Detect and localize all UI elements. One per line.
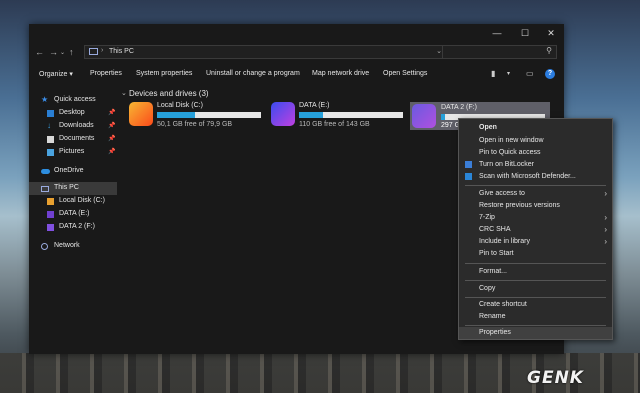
drive-name: DATA 2 (F:) xyxy=(441,104,477,111)
menu-item-bitlocker[interactable]: Turn on BitLocker xyxy=(459,159,612,171)
context-menu: Open Open in new window Pin to Quick acc… xyxy=(458,118,613,340)
defender-icon xyxy=(465,173,472,180)
uninstall-button[interactable]: Uninstall or change a program xyxy=(206,70,300,77)
chevron-right-icon: › xyxy=(101,47,104,54)
back-arrow-icon[interactable]: ← xyxy=(35,46,44,58)
sidebar-item-this-pc[interactable]: This PC xyxy=(29,182,117,195)
address-text: This PC xyxy=(109,48,134,55)
close-button[interactable]: ✕ xyxy=(539,26,563,40)
menu-item-defender[interactable]: Scan with Microsoft Defender... xyxy=(459,171,612,183)
pin-icon: 📌 xyxy=(108,149,116,155)
pin-icon: 📌 xyxy=(108,136,116,142)
network-icon xyxy=(41,243,48,250)
sidebar-item-quick-access[interactable]: ★ Quick access xyxy=(29,94,117,107)
free-space-text: 50,1 GB free of 79,9 GB xyxy=(157,121,233,128)
menu-separator xyxy=(465,263,606,264)
sidebar-item-data-e[interactable]: DATA (E:) xyxy=(29,208,117,221)
open-settings-button[interactable]: Open Settings xyxy=(383,70,427,77)
drive-icon xyxy=(47,211,54,218)
drive-icon xyxy=(47,198,54,205)
minimize-button[interactable]: — xyxy=(485,26,509,40)
history-dropdown-icon[interactable]: ⌄ xyxy=(60,47,65,59)
usage-fill xyxy=(299,112,323,118)
menu-item-pin-start[interactable]: Pin to Start xyxy=(459,248,612,260)
menu-separator xyxy=(465,185,606,186)
sidebar-item-downloads[interactable]: ↓ Downloads 📌 xyxy=(29,120,117,133)
drive-icon xyxy=(129,102,153,126)
drive-icon xyxy=(47,224,54,231)
pin-icon: 📌 xyxy=(108,110,116,116)
drive-icon xyxy=(271,102,295,126)
organize-button[interactable]: Organize ▾ xyxy=(39,70,73,78)
star-icon: ★ xyxy=(41,95,49,104)
system-properties-button[interactable]: System properties xyxy=(136,70,192,77)
pc-icon xyxy=(89,48,98,55)
genk-logo: GENK xyxy=(527,368,584,388)
pictures-icon xyxy=(47,149,54,156)
menu-item-copy[interactable]: Copy xyxy=(459,283,612,295)
usage-fill xyxy=(157,112,196,118)
sidebar-item-local-disk[interactable]: Local Disk (C:) xyxy=(29,195,117,208)
document-icon xyxy=(47,136,54,143)
computer-icon xyxy=(41,186,49,192)
chevron-down-icon[interactable]: ⌄ xyxy=(121,89,127,97)
view-dropdown-icon[interactable]: ▾ xyxy=(507,70,510,77)
sidebar-item-data2-f[interactable]: DATA 2 (F:) xyxy=(29,221,117,234)
sidebar-item-onedrive[interactable]: OneDrive xyxy=(29,165,117,178)
menu-separator xyxy=(465,297,606,298)
download-icon: ↓ xyxy=(47,121,51,130)
preview-pane-icon[interactable]: ▭ xyxy=(526,69,534,78)
group-header: Devices and drives (3) xyxy=(129,89,209,98)
help-icon[interactable]: ? xyxy=(545,69,555,79)
pin-icon: 📌 xyxy=(108,123,116,129)
menu-item-rename[interactable]: Rename xyxy=(459,311,612,323)
sidebar-item-desktop[interactable]: Desktop 📌 xyxy=(29,107,117,120)
search-input[interactable]: ⚲ xyxy=(442,45,557,59)
drive-icon xyxy=(412,104,436,128)
shield-icon xyxy=(465,161,472,168)
menu-separator xyxy=(465,325,606,326)
up-arrow-icon[interactable]: ↑ xyxy=(69,46,74,58)
free-space-text: 110 GB free of 143 GB xyxy=(299,121,370,128)
chevron-right-icon: › xyxy=(604,189,607,198)
chevron-right-icon: › xyxy=(604,213,607,222)
command-bar: Organize ▾ Properties System properties … xyxy=(29,65,564,85)
menu-item-pin-quick-access[interactable]: Pin to Quick access xyxy=(459,147,612,159)
menu-item-restore-versions[interactable]: Restore previous versions xyxy=(459,200,612,212)
chevron-right-icon: › xyxy=(604,237,607,246)
address-bar[interactable]: › This PC ⌄ ↻ xyxy=(84,45,465,59)
maximize-button[interactable]: ☐ xyxy=(513,26,537,40)
menu-item-7zip[interactable]: 7-Zip › xyxy=(459,212,612,224)
sidebar-item-pictures[interactable]: Pictures 📌 xyxy=(29,146,117,159)
search-icon: ⚲ xyxy=(546,46,552,55)
drive-name: DATA (E:) xyxy=(299,102,330,109)
drive-tile[interactable]: DATA (E:) 110 GB free of 143 GB xyxy=(271,102,405,130)
menu-item-crc-sha[interactable]: CRC SHA › xyxy=(459,224,612,236)
menu-item-open[interactable]: Open xyxy=(459,122,612,134)
menu-item-create-shortcut[interactable]: Create shortcut xyxy=(459,299,612,311)
drive-name: Local Disk (C:) xyxy=(157,102,203,109)
title-bar: — ☐ ✕ xyxy=(29,24,564,42)
usage-bar xyxy=(157,112,261,118)
address-row: ← → ⌄ ↑ › This PC ⌄ ↻ ⚲ xyxy=(29,42,564,64)
usage-bar xyxy=(299,112,403,118)
chevron-right-icon: › xyxy=(604,225,607,234)
menu-item-open-new-window[interactable]: Open in new window xyxy=(459,135,612,147)
drive-tile[interactable]: Local Disk (C:) 50,1 GB free of 79,9 GB xyxy=(129,102,263,130)
menu-item-format[interactable]: Format... xyxy=(459,266,612,278)
menu-item-include-library[interactable]: Include in library › xyxy=(459,236,612,248)
sidebar-item-documents[interactable]: Documents 📌 xyxy=(29,133,117,146)
view-options-icon[interactable]: ▮ xyxy=(491,69,495,78)
usage-fill xyxy=(441,114,446,120)
cloud-icon xyxy=(41,169,50,174)
forward-arrow-icon[interactable]: → xyxy=(49,46,58,58)
properties-button[interactable]: Properties xyxy=(90,70,122,77)
sidebar-item-network[interactable]: Network xyxy=(29,240,117,253)
menu-separator xyxy=(465,280,606,281)
menu-item-give-access[interactable]: Give access to › xyxy=(459,188,612,200)
desktop-icon xyxy=(47,110,54,117)
map-network-drive-button[interactable]: Map network drive xyxy=(312,70,369,77)
menu-item-properties[interactable]: Properties xyxy=(459,327,612,339)
